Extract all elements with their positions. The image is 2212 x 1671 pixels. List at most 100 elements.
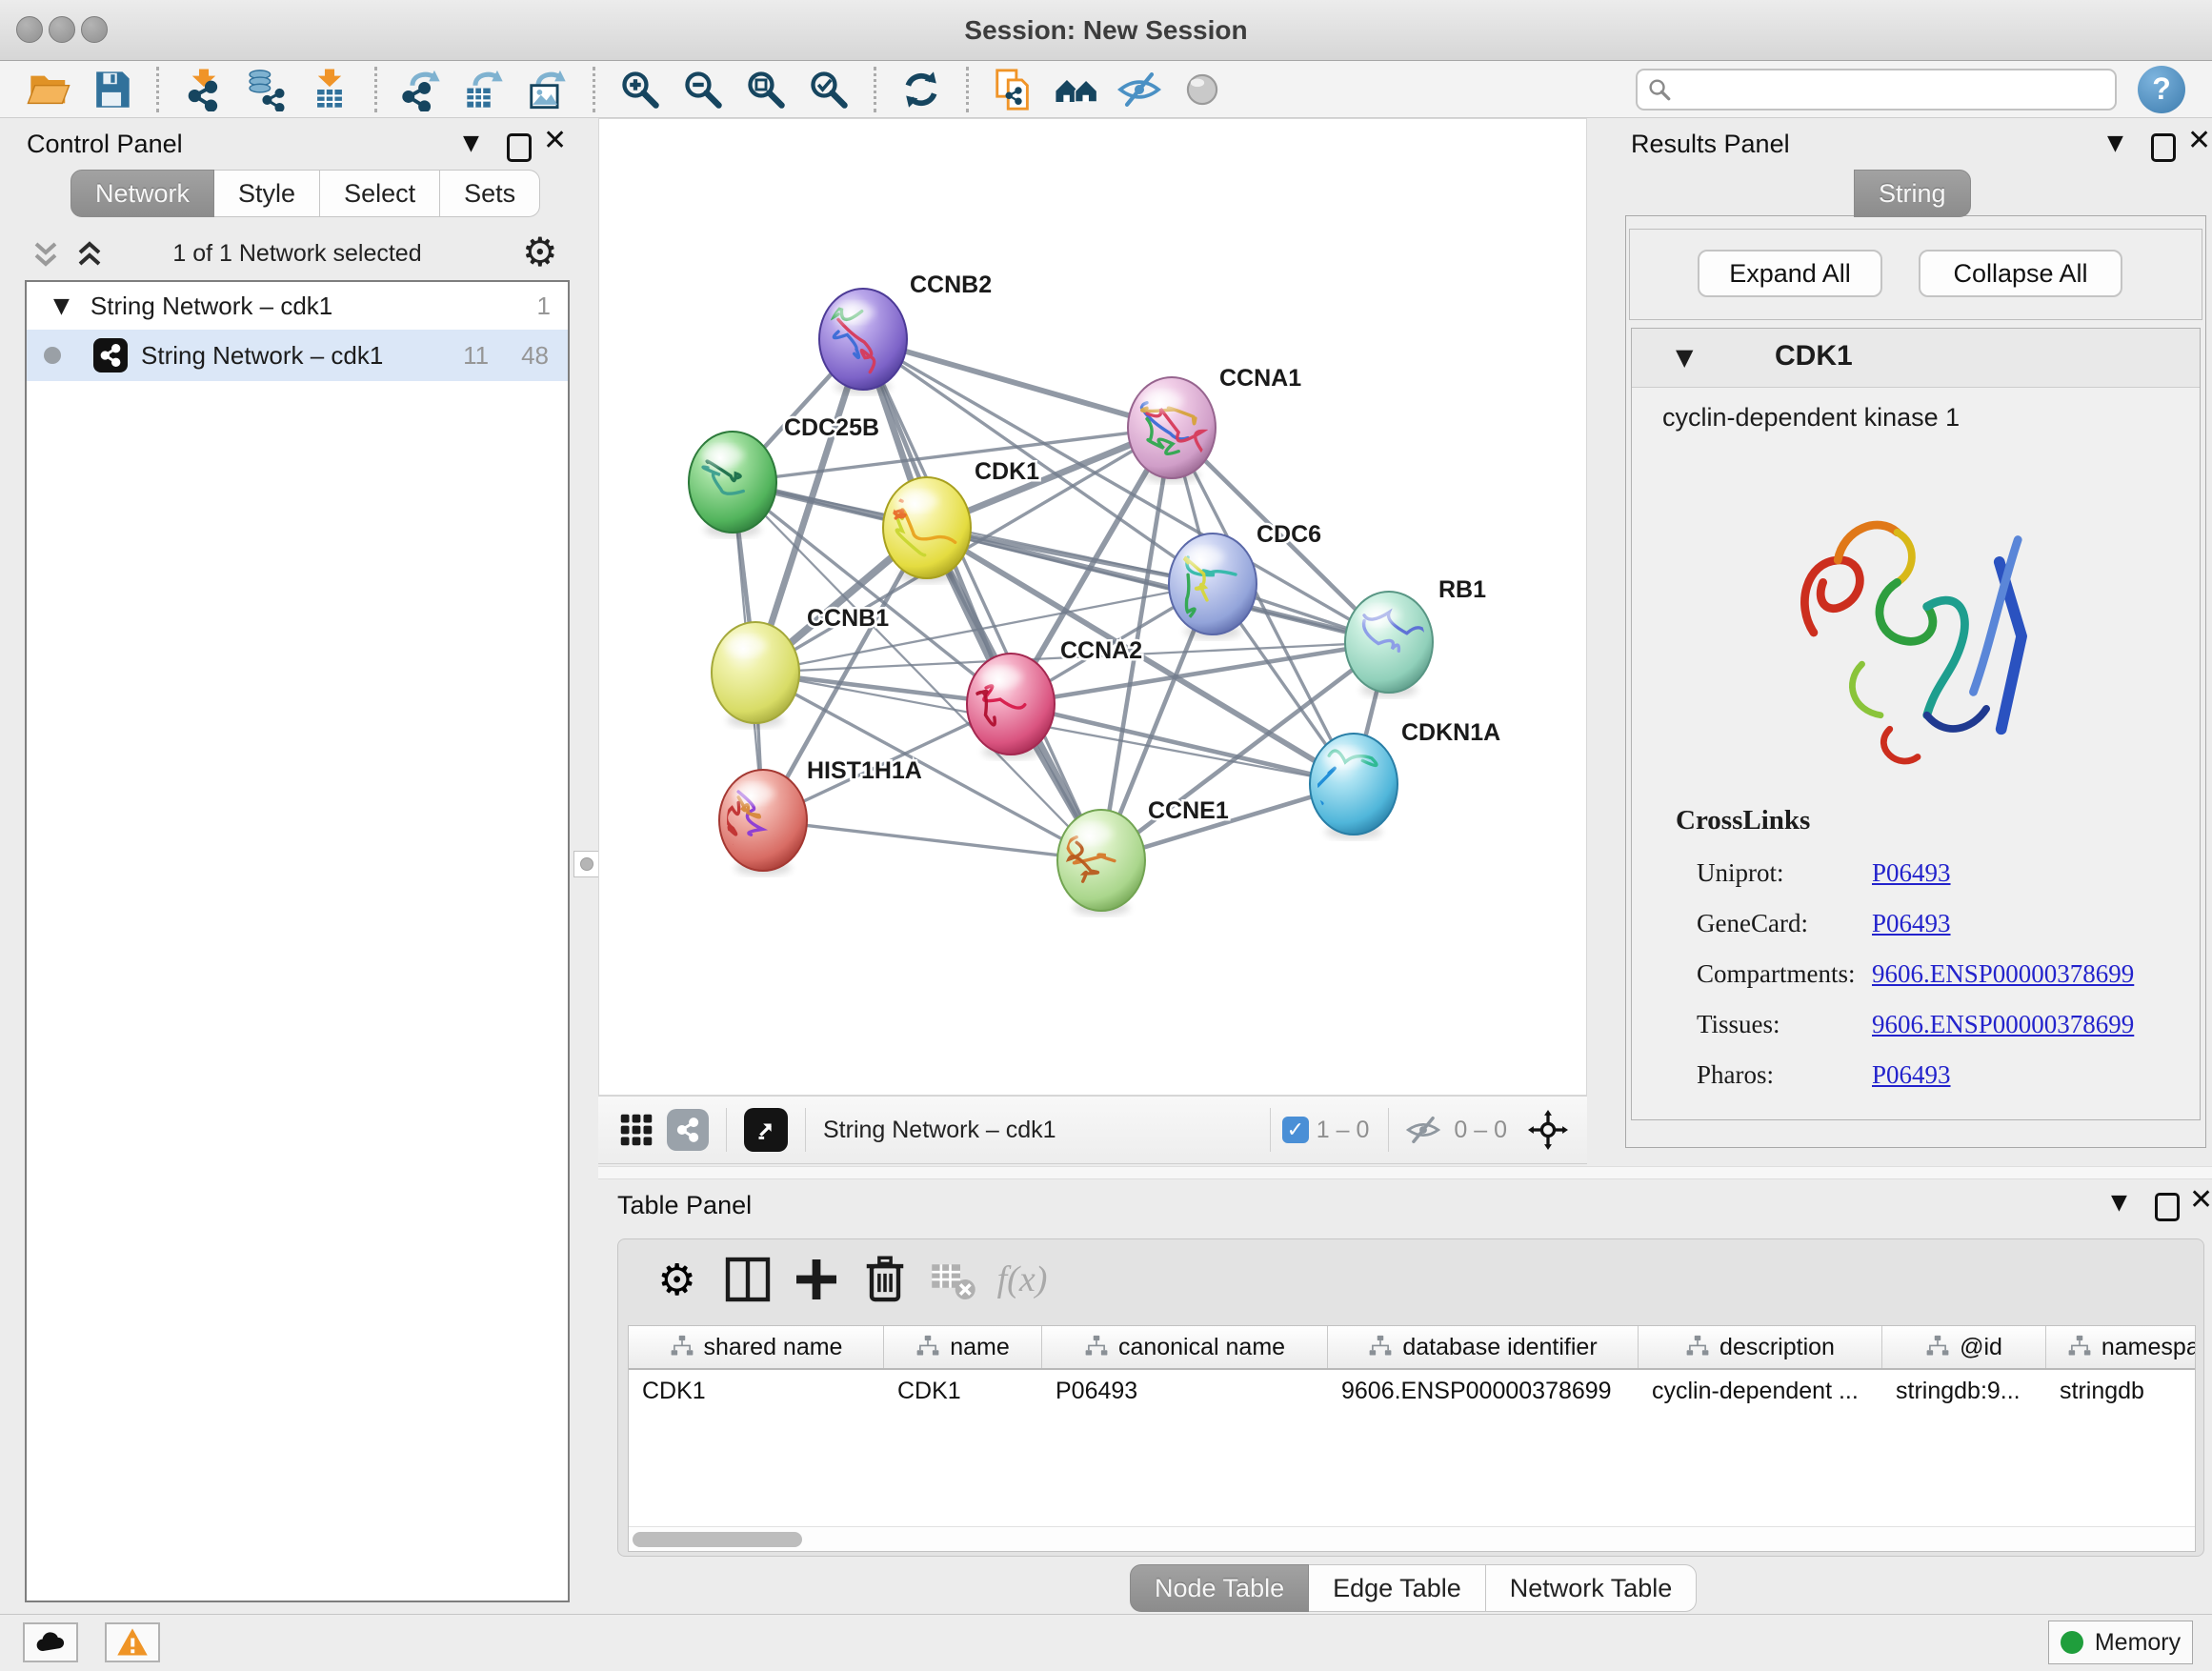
edge-CCNB2-CCNA1[interactable] (863, 339, 1172, 428)
import-table-icon[interactable] (307, 67, 352, 112)
results-panel-close-icon[interactable]: ✕ (2187, 130, 2211, 152)
tab-network-table[interactable]: Network Table (1486, 1564, 1698, 1612)
node-CDC6[interactable] (1169, 534, 1257, 639)
export-view-icon[interactable] (744, 1108, 788, 1152)
table-panel-splitter[interactable] (598, 1166, 2212, 1179)
crosslink-link[interactable]: 9606.ENSP00000378699 (1872, 959, 2134, 989)
node-CCNB2[interactable] (819, 289, 907, 394)
split-columns-icon[interactable] (721, 1255, 774, 1304)
export-table-icon[interactable] (462, 67, 508, 112)
column-header-shared-name[interactable]: shared name (629, 1326, 884, 1368)
node-RB1[interactable] (1345, 592, 1433, 697)
import-database-icon[interactable] (244, 67, 290, 112)
preview-icon[interactable] (1179, 67, 1225, 112)
network-row-selected[interactable]: String Network – cdk1 11 48 (27, 330, 568, 381)
expand-all-button[interactable]: Expand All (1698, 250, 1882, 297)
table-row[interactable]: CDK1CDK1P064939606.ENSP00000378699cyclin… (629, 1370, 2195, 1412)
crosslink-row: Tissues:9606.ENSP00000378699 (1632, 1002, 2200, 1053)
left-splitter-handle[interactable] (573, 851, 600, 877)
column-header-@id[interactable]: @id (1882, 1326, 2046, 1368)
column-header-name[interactable]: name (884, 1326, 1042, 1368)
delete-column-icon[interactable] (858, 1255, 912, 1304)
crosslink-link[interactable]: P06493 (1872, 1060, 1951, 1090)
node-CCNA1[interactable] (1128, 377, 1216, 483)
tab-edge-table[interactable]: Edge Table (1309, 1564, 1486, 1612)
network-collection-row[interactable]: ▼ String Network – cdk1 1 (27, 282, 568, 330)
table-panel-menu-icon[interactable]: ▼ (2111, 1191, 2127, 1215)
tab-string[interactable]: String (1854, 170, 1971, 217)
memory-status-dot-icon (2061, 1631, 2083, 1654)
table-cell[interactable]: stringdb:9... (1882, 1378, 2046, 1405)
column-header-namespace[interactable]: namespace (2046, 1326, 2196, 1368)
zoom-fit-icon[interactable] (743, 67, 789, 112)
zoom-out-icon[interactable] (680, 67, 726, 112)
network-selection-status: 1 of 1 Network selected (25, 240, 570, 268)
clone-document-icon[interactable] (991, 67, 1036, 112)
table-cell[interactable]: 9606.ENSP00000378699 (1328, 1378, 1639, 1405)
tab-select[interactable]: Select (320, 170, 440, 217)
table-panel-close-icon[interactable]: ✕ (2189, 1189, 2212, 1212)
crosslink-link[interactable]: P06493 (1872, 909, 1951, 938)
open-session-icon[interactable] (26, 67, 71, 112)
column-header-canonical-name[interactable]: canonical name (1042, 1326, 1328, 1368)
tree-collapse-icon[interactable]: ▼ (53, 294, 70, 318)
export-network-icon[interactable] (399, 67, 445, 112)
control-panel-float-icon[interactable] (507, 133, 532, 162)
zoom-selected-icon[interactable] (806, 67, 852, 112)
zoom-in-icon[interactable] (617, 67, 663, 112)
control-panel-menu-icon[interactable]: ▼ (463, 131, 479, 155)
node-label-CDK1: CDK1 (975, 458, 1039, 485)
tab-node-table[interactable]: Node Table (1130, 1564, 1309, 1612)
table-cell[interactable]: stringdb (2046, 1378, 2196, 1405)
export-image-icon[interactable] (525, 67, 571, 112)
collapse-all-button[interactable]: Collapse All (1919, 250, 2122, 297)
node-CDC25B[interactable] (689, 432, 776, 537)
crosslink-link[interactable]: P06493 (1872, 858, 1951, 888)
hidden-eye-slash-icon[interactable] (1406, 1113, 1440, 1147)
results-panel-menu-icon[interactable]: ▼ (2107, 131, 2123, 155)
string-share-icon[interactable] (667, 1109, 709, 1151)
results-panel-float-icon[interactable] (2151, 133, 2176, 162)
birdseye-grid-icon[interactable] (617, 1111, 655, 1149)
gene-collapse-icon[interactable]: ▼ (1676, 344, 1693, 371)
column-header-database-identifier[interactable]: database identifier (1328, 1326, 1639, 1368)
add-column-icon[interactable] (790, 1255, 843, 1304)
tab-sets[interactable]: Sets (440, 170, 540, 217)
tab-network[interactable]: Network (70, 170, 214, 217)
memory-button[interactable]: Memory (2048, 1621, 2193, 1664)
control-panel-close-icon[interactable]: ✕ (543, 130, 567, 152)
save-session-icon[interactable] (89, 67, 134, 112)
table-cell[interactable]: cyclin-dependent ... (1639, 1378, 1882, 1405)
network-options-gear-icon[interactable]: ⚙ (522, 229, 558, 275)
search-box (1636, 69, 2117, 111)
help-button[interactable]: ? (2138, 66, 2185, 113)
cloud-button[interactable] (23, 1622, 78, 1662)
crosslink-label: Pharos: (1697, 1060, 1774, 1090)
node-CCNE1[interactable] (1057, 810, 1145, 916)
tab-style[interactable]: Style (214, 170, 320, 217)
node-HIST1H1A[interactable] (719, 770, 807, 876)
current-network-name: String Network – cdk1 (823, 1117, 1056, 1144)
column-header-description[interactable]: description (1639, 1326, 1882, 1368)
selected-checkbox-icon[interactable]: ✓ (1282, 1117, 1309, 1143)
import-network-icon[interactable] (181, 67, 227, 112)
crosshair-move-icon[interactable] (1528, 1110, 1568, 1150)
node-CCNB1[interactable] (712, 622, 799, 728)
crosslink-link[interactable]: 9606.ENSP00000378699 (1872, 1010, 2134, 1039)
gene-card-header[interactable]: ▼ CDK1 (1632, 329, 2200, 388)
node-CDKN1A[interactable] (1309, 734, 1398, 839)
search-input[interactable] (1679, 74, 2105, 104)
table-cell[interactable]: CDK1 (884, 1378, 1042, 1405)
table-panel-float-icon[interactable] (2155, 1193, 2180, 1221)
table-cell[interactable]: P06493 (1042, 1378, 1328, 1405)
table-cell[interactable]: CDK1 (629, 1378, 884, 1405)
refresh-icon[interactable] (898, 67, 944, 112)
network-graph[interactable]: CCNB2CCNA1CDC25BCDK1CDC6RB1CCNB1CCNA2CDK… (599, 119, 1586, 1095)
gear-icon[interactable]: ⚙ (653, 1255, 706, 1304)
home-network-icon[interactable] (1054, 67, 1099, 112)
edge-HIST1H1A-CCNE1[interactable] (763, 820, 1101, 860)
network-canvas[interactable]: CCNB2CCNA1CDC25BCDK1CDC6RB1CCNB1CCNA2CDK… (598, 118, 1587, 1096)
warning-button[interactable] (105, 1622, 160, 1662)
hide-unhide-icon[interactable] (1116, 67, 1162, 112)
table-hscrollbar-thumb[interactable] (633, 1532, 802, 1547)
